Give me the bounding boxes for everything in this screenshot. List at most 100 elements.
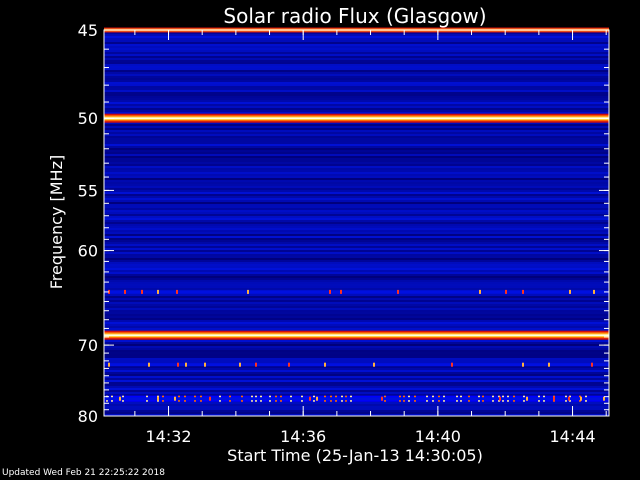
channel-band [104, 214, 609, 216]
channel-band [104, 170, 609, 172]
channel-band [104, 60, 609, 62]
speckle-dot [568, 396, 570, 401]
channel-band [104, 48, 609, 50]
channel-band [104, 58, 609, 60]
channel-band [104, 288, 609, 290]
channel-band [104, 294, 609, 296]
channel-band [104, 262, 609, 264]
channel-band [104, 162, 609, 164]
channel-band [104, 258, 609, 260]
channel-band [104, 92, 609, 94]
channel-band [104, 140, 609, 142]
x-tick-label: 14:32 [145, 427, 191, 446]
channel-band [104, 46, 609, 48]
channel-band [104, 100, 609, 102]
channel-band [104, 324, 609, 326]
channel-band [104, 368, 609, 370]
channel-band [104, 98, 609, 100]
speckle-dot [141, 289, 143, 294]
channel-band [104, 150, 609, 152]
channel-band [104, 154, 609, 156]
channel-band [104, 238, 609, 240]
speckle-dot [148, 362, 150, 367]
speckle-dot [124, 289, 126, 294]
channel-band [104, 352, 609, 354]
channel-band [104, 176, 609, 178]
channel-band [104, 182, 609, 184]
y-tick-label: 80 [78, 407, 98, 426]
channel-band [104, 216, 609, 218]
channel-band [104, 76, 609, 78]
channel-band [104, 212, 609, 214]
channel-band [104, 158, 609, 160]
speckle-dot [309, 396, 311, 401]
channel-band [104, 38, 609, 40]
channel-band [104, 168, 609, 170]
channel-band [104, 340, 609, 342]
channel-band [104, 240, 609, 242]
y-tick-label: 70 [78, 336, 98, 355]
channel-band [104, 104, 609, 106]
channel-band [104, 380, 609, 382]
channel-band [104, 268, 609, 270]
speckle-dot [185, 362, 187, 367]
channel-band [104, 296, 609, 298]
channel-band [104, 218, 609, 220]
speckle-dot [204, 362, 206, 367]
channel-band [104, 192, 609, 194]
channel-band [104, 96, 609, 98]
channel-band [104, 102, 609, 104]
speckle-dot [522, 362, 524, 367]
channel-band [104, 80, 609, 82]
channel-band [104, 130, 609, 132]
speckle-dot [381, 396, 383, 401]
channel-band [104, 148, 609, 150]
channel-band [104, 392, 609, 394]
channel-band [104, 126, 609, 128]
channel-band [104, 190, 609, 192]
channel-band [104, 366, 609, 368]
channel-band [104, 174, 609, 176]
y-tick-label: 60 [78, 242, 98, 261]
channel-band [104, 312, 609, 314]
speckle-dot [157, 396, 159, 401]
channel-band [104, 106, 609, 108]
spectrogram-chart: Solar radio Flux (Glasgow) 45 50 55 60 70 80 1… [0, 0, 640, 480]
speckle-dot [340, 289, 342, 294]
speckle-band [104, 363, 609, 367]
channel-band [104, 146, 609, 148]
speckle-dot [157, 289, 159, 294]
channel-band [104, 194, 609, 196]
speckle-band [104, 290, 609, 294]
channel-band [104, 326, 609, 328]
channel-band [104, 412, 609, 414]
speckle-dot [580, 396, 582, 401]
channel-band [104, 272, 609, 274]
x-axis-label: Start Time (25-Jan-13 14:30:05) [227, 446, 483, 465]
channel-band [104, 64, 609, 66]
y-tick-label: 45 [78, 21, 98, 40]
speckle-dot [119, 396, 121, 401]
y-tick-label: 50 [78, 109, 98, 128]
channel-band [104, 82, 609, 84]
channel-band [104, 410, 609, 412]
speckle-dot [397, 289, 399, 294]
speckle-band [104, 397, 609, 401]
channel-band [104, 236, 609, 238]
channel-band [104, 90, 609, 92]
channel-band [104, 108, 609, 110]
channel-band [104, 70, 609, 72]
channel-band [104, 360, 609, 362]
channel-band [104, 136, 609, 138]
channel-band [104, 374, 609, 376]
channel-band [104, 386, 609, 388]
channel-band [104, 284, 609, 286]
channel-band [104, 172, 609, 174]
speckle-dot [176, 289, 178, 294]
speckle-dot [324, 362, 326, 367]
speckle-dot [593, 289, 595, 294]
channel-band [104, 378, 609, 380]
channel-band [104, 228, 609, 230]
channel-band [104, 406, 609, 408]
channel-band [104, 318, 609, 320]
